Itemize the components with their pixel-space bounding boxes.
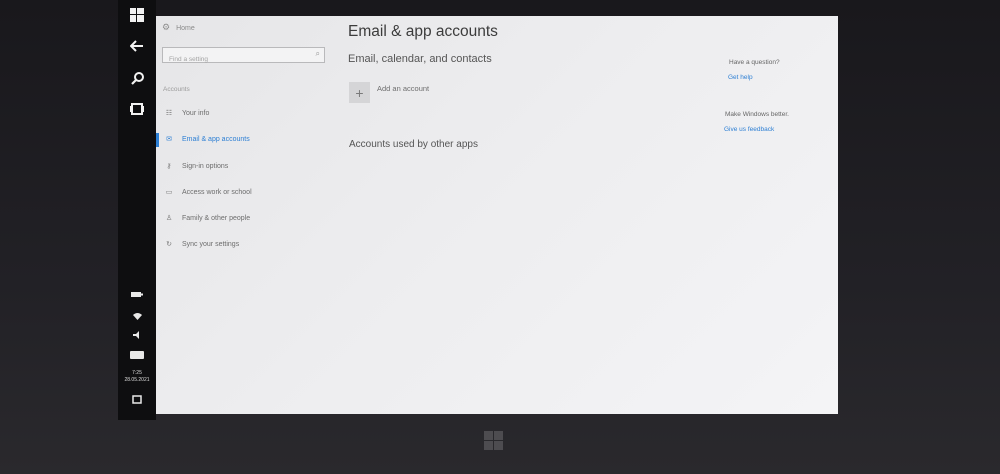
search-icon[interactable]: ⌕: [316, 49, 320, 59]
plus-icon: +: [349, 82, 370, 103]
keyboard-icon[interactable]: [129, 349, 145, 361]
network-icon[interactable]: [129, 310, 145, 322]
nav-item-email-app-accounts[interactable]: ✉ Email & app accounts: [164, 133, 250, 145]
nav-item-label: Your info: [182, 109, 210, 117]
hardware-windows-logo-icon[interactable]: [484, 431, 504, 451]
active-indicator: [156, 133, 159, 147]
task-view-icon[interactable]: [126, 98, 148, 120]
back-arrow-icon[interactable]: [126, 35, 148, 57]
nav-item-label: Access work or school: [182, 188, 252, 196]
make-windows-better-text: Make Windows better.: [725, 111, 789, 118]
home-label: Home: [176, 24, 195, 32]
windows-logo-icon[interactable]: [126, 4, 148, 26]
clock-time: 7:25: [132, 370, 142, 376]
question-text: Have a question?: [729, 59, 780, 66]
nav-item-label: Sync your settings: [182, 240, 240, 248]
notifications-icon[interactable]: [129, 394, 145, 406]
nav-item-access-work-school[interactable]: ▭ Access work or school: [164, 186, 252, 198]
clock[interactable]: 7:25 28.05.2021: [118, 370, 156, 384]
sync-icon: ↻: [166, 240, 172, 248]
home-link[interactable]: ⚙ Home: [162, 21, 195, 35]
mail-icon: ✉: [166, 135, 172, 143]
settings-window: ⚙ Home ⌕ Accounts ☷ Your info ✉ Email & …: [156, 16, 838, 414]
taskbar: 7:25 28.05.2021: [118, 0, 156, 420]
email-calendar-contacts-heading: Email, calendar, and contacts: [348, 53, 492, 65]
settings-nav: ⚙ Home ⌕ Accounts ☷ Your info ✉ Email & …: [156, 16, 336, 414]
page-title: Email & app accounts: [348, 23, 498, 40]
section-label: Accounts: [163, 86, 190, 93]
nav-item-family-other-people[interactable]: ♙ Family & other people: [164, 212, 250, 224]
nav-item-label: Sign-in options: [182, 162, 229, 170]
briefcase-icon: ▭: [165, 188, 173, 196]
get-help-link[interactable]: Get help: [728, 74, 753, 81]
add-account-label: Add an account: [377, 84, 430, 93]
key-icon: ⚷: [166, 162, 172, 170]
volume-icon[interactable]: [129, 329, 145, 341]
nav-item-sync-settings[interactable]: ↻ Sync your settings: [164, 238, 239, 250]
people-icon: ♙: [165, 214, 173, 222]
nav-item-label: Family & other people: [182, 214, 251, 222]
nav-item-your-info[interactable]: ☷ Your info: [164, 107, 210, 119]
add-account-button[interactable]: + Add an account: [349, 82, 429, 103]
search-box[interactable]: ⌕: [162, 47, 325, 67]
nav-item-label: Email & app accounts: [182, 135, 250, 143]
gear-icon: ⚙: [162, 23, 171, 33]
nav-item-sign-in-options[interactable]: ⚷ Sign-in options: [164, 160, 228, 172]
other-apps-heading: Accounts used by other apps: [349, 139, 478, 150]
clock-date: 28.05.2021: [124, 377, 150, 383]
search-icon[interactable]: [126, 67, 148, 89]
contact-card-icon: ☷: [165, 109, 173, 117]
battery-icon[interactable]: [129, 288, 145, 300]
search-input[interactable]: [163, 52, 309, 67]
feedback-link[interactable]: Give us feedback: [724, 126, 774, 133]
